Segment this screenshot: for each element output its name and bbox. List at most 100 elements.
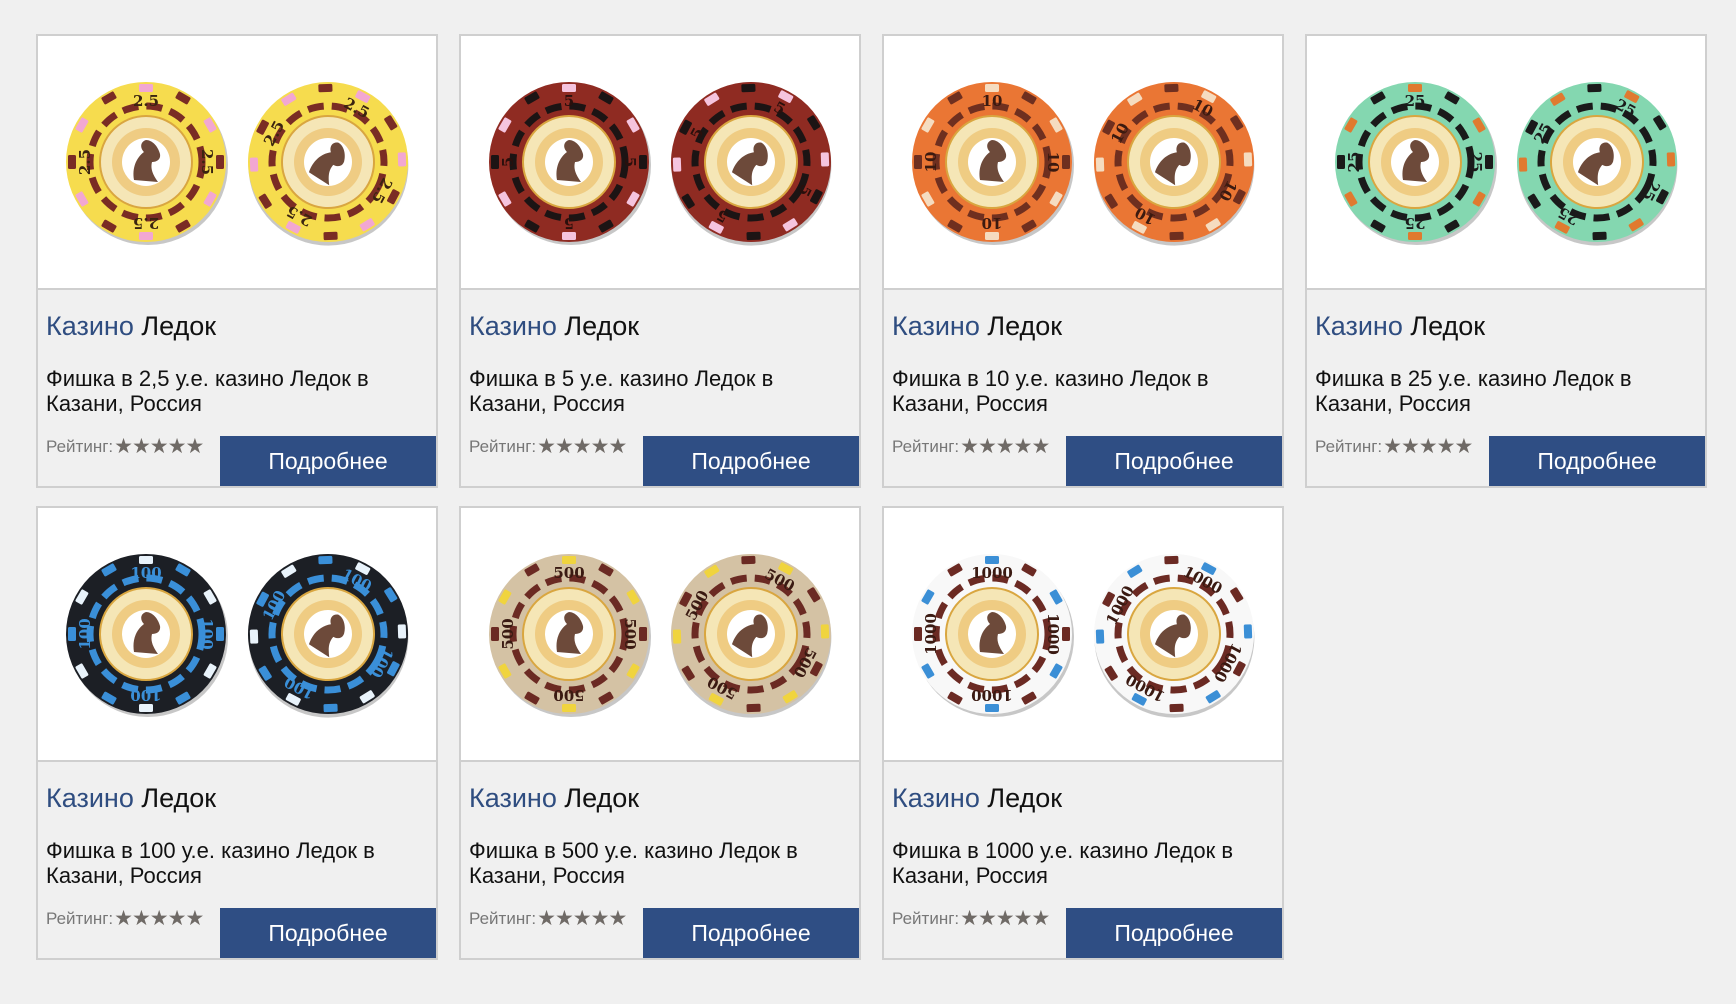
product-card: 25 25 25 25 25 25 25 25 Казино Ледок Фишка в 2…	[1305, 34, 1707, 488]
svg-text:5: 5	[564, 92, 574, 110]
chip-angled-image: 2.52.52.52.5	[248, 81, 409, 246]
rating-stars-icon: ★★★★★	[114, 435, 204, 458]
product-card: 10 10 10 10 10 10 10 10 Казино Ледок Фишка в 1…	[882, 34, 1284, 488]
product-card: 100 100 100 100 100 100 100 100 Казино Ледок Ф…	[36, 506, 438, 960]
product-description: Фишка в 500 у.е. казино Ледок в Казани, …	[469, 838, 798, 888]
casino-name: Ледок	[141, 783, 217, 813]
rating: Рейтинг: ★★★★★	[469, 906, 627, 931]
product-card: 500 500 500 500 500 500 500 500 Казино Ледок Ф…	[459, 506, 861, 960]
casino-name: Ледок	[987, 783, 1063, 813]
rating-label: Рейтинг:	[46, 908, 114, 928]
more-details-button[interactable]: Подробнее	[1066, 436, 1282, 486]
casino-word: Казино	[469, 783, 557, 813]
svg-text:5: 5	[564, 214, 574, 232]
casino-word: Казино	[469, 311, 557, 341]
chip-front-image: 10 10 10 10	[912, 82, 1074, 245]
svg-text:500: 500	[553, 686, 584, 704]
svg-text:10: 10	[982, 214, 1003, 232]
svg-text:100: 100	[76, 618, 94, 649]
product-title[interactable]: Казино Ледок	[892, 782, 1062, 814]
rating-label: Рейтинг:	[469, 436, 537, 456]
product-image[interactable]: 1000 1000 1000 1000 1000 1000 1000 1000	[884, 508, 1282, 762]
casino-word: Казино	[46, 783, 134, 813]
product-grid: 2.5 2.5 2.5 2.5 2.5 2.5 2.5 2.5 Казино Ледок Ф…	[0, 0, 1736, 1004]
chip-angled-image: 500500500500	[671, 554, 832, 718]
more-details-button[interactable]: Подробнее	[220, 436, 436, 486]
svg-text:2.5: 2.5	[133, 214, 159, 232]
product-description: Фишка в 100 у.е. казино Ледок в Казани, …	[46, 838, 375, 888]
casino-word: Казино	[1315, 311, 1403, 341]
chip-front-image: 5 5 5 5	[489, 82, 651, 245]
rating: Рейтинг: ★★★★★	[46, 906, 204, 931]
chip-angled-image: 5555	[671, 81, 832, 246]
svg-text:1000: 1000	[971, 564, 1013, 582]
svg-text:1000: 1000	[922, 613, 940, 655]
chip-angled-image: 1000100010001000	[1094, 554, 1255, 718]
rating-label: Рейтинг:	[892, 908, 960, 928]
svg-text:1000: 1000	[1044, 613, 1062, 655]
casino-name: Ледок	[987, 311, 1063, 341]
svg-text:10: 10	[922, 152, 940, 173]
rating-label: Рейтинг:	[469, 908, 537, 928]
svg-text:100: 100	[130, 686, 161, 704]
rating-label: Рейтинг:	[46, 436, 114, 456]
casino-word: Казино	[892, 783, 980, 813]
product-image[interactable]: 5555 5555	[461, 36, 859, 290]
more-details-button[interactable]: Подробнее	[1066, 908, 1282, 958]
more-details-button[interactable]: Подробнее	[220, 908, 436, 958]
chip-front-image: 500 500 500 500	[489, 554, 651, 717]
product-description: Фишка в 5 у.е. казино Ледок в Казани, Ро…	[469, 366, 774, 416]
product-card: 2.5 2.5 2.5 2.5 2.5 2.5 2.5 2.5 Казино Ледок Ф…	[36, 34, 438, 488]
chip-front-image: 100 100 100 100	[66, 554, 228, 717]
svg-text:5: 5	[621, 157, 639, 167]
rating-stars-icon: ★★★★★	[537, 907, 627, 930]
more-details-button[interactable]: Подробнее	[643, 436, 859, 486]
svg-text:25: 25	[1467, 152, 1485, 173]
casino-name: Ледок	[564, 783, 640, 813]
product-card: 1000 1000 1000 1000 1000 1000 1000 1000 Казино…	[882, 506, 1284, 960]
casino-word: Казино	[892, 311, 980, 341]
svg-text:500: 500	[553, 564, 584, 582]
rating-label: Рейтинг:	[892, 436, 960, 456]
product-image[interactable]: 500 500 500 500 500 500 500 500	[461, 508, 859, 762]
product-description: Фишка в 1000 у.е. казино Ледок в Казани,…	[892, 838, 1233, 888]
product-description: Фишка в 25 у.е. казино Ледок в Казани, Р…	[1315, 366, 1632, 416]
svg-text:25: 25	[1405, 214, 1426, 232]
product-title[interactable]: Казино Ледок	[46, 310, 216, 342]
product-image[interactable]: 2.5 2.5 2.5 2.5 2.5 2.5 2.5 2.5	[38, 36, 436, 290]
product-title[interactable]: Казино Ледок	[46, 782, 216, 814]
product-description: Фишка в 2,5 у.е. казино Ледок в Казани, …	[46, 366, 369, 416]
more-details-button[interactable]: Подробнее	[643, 908, 859, 958]
chip-angled-image: 25252525	[1517, 81, 1678, 246]
product-image[interactable]: 25 25 25 25 25 25 25 25	[1307, 36, 1705, 290]
product-title[interactable]: Казино Ледок	[469, 310, 639, 342]
svg-text:2.5: 2.5	[198, 149, 216, 175]
more-details-button[interactable]: Подробнее	[1489, 436, 1705, 486]
product-title[interactable]: Казино Ледок	[892, 310, 1062, 342]
svg-text:100: 100	[198, 618, 216, 649]
product-image[interactable]: 10 10 10 10 10 10 10 10	[884, 36, 1282, 290]
chip-front-image: 25 25 25 25	[1335, 82, 1497, 245]
svg-text:1000: 1000	[971, 686, 1013, 704]
product-description: Фишка в 10 у.е. казино Ледок в Казани, Р…	[892, 366, 1209, 416]
svg-text:25: 25	[1405, 92, 1426, 110]
svg-text:500: 500	[621, 618, 639, 649]
casino-word: Казино	[46, 311, 134, 341]
rating-stars-icon: ★★★★★	[537, 435, 627, 458]
product-image[interactable]: 100 100 100 100 100 100 100 100	[38, 508, 436, 762]
svg-text:2.5: 2.5	[76, 149, 94, 175]
rating-stars-icon: ★★★★★	[114, 907, 204, 930]
casino-name: Ледок	[564, 311, 640, 341]
rating-stars-icon: ★★★★★	[1383, 435, 1473, 458]
rating-label: Рейтинг:	[1315, 436, 1383, 456]
product-title[interactable]: Казино Ледок	[1315, 310, 1485, 342]
rating-stars-icon: ★★★★★	[960, 435, 1050, 458]
rating: Рейтинг: ★★★★★	[46, 434, 204, 459]
product-title[interactable]: Казино Ледок	[469, 782, 639, 814]
svg-text:100: 100	[130, 564, 161, 582]
svg-text:500: 500	[499, 618, 517, 649]
casino-name: Ледок	[141, 311, 217, 341]
svg-text:5: 5	[499, 157, 517, 167]
product-card: 5555 5555 Казино Ледок Фишка в 5 у.е. ка…	[459, 34, 861, 488]
rating: Рейтинг: ★★★★★	[1315, 434, 1473, 459]
